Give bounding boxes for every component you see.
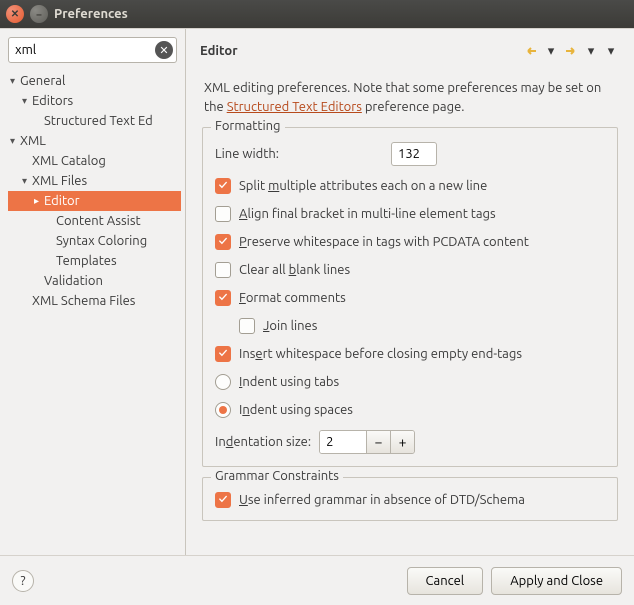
nav-menu-icon[interactable]: ▾ [602,42,620,60]
title-bar: ✕ – Preferences [0,0,634,28]
indent-size-increment[interactable]: + [390,431,414,453]
preserve-whitespace-checkbox[interactable] [215,234,231,250]
tree-collapsed-icon: ▸ [34,195,44,207]
join-lines-label: Join lines [263,319,317,333]
tree-item-label: General [20,74,65,88]
tree-item-structured-text-ed[interactable]: Structured Text Ed [8,111,181,131]
tree-item-syntax-coloring[interactable]: Syntax Coloring [8,231,181,251]
tree-item-templates[interactable]: Templates [8,251,181,271]
tree-item-label: Structured Text Ed [44,114,153,128]
window-close-icon[interactable]: ✕ [6,5,24,23]
grammar-legend: Grammar Constraints [211,469,343,483]
format-comments-label: Format comments [239,291,346,305]
clear-blank-lines-label: Clear all blank lines [239,263,350,277]
formatting-legend: Formatting [211,119,285,133]
structured-text-editors-link[interactable]: Structured Text Editors [227,100,362,114]
window-minimize-icon[interactable]: – [30,5,48,23]
window-title: Preferences [54,7,128,21]
tree-item-xml-catalog[interactable]: XML Catalog [8,151,181,171]
split-attributes-label: Split multiple attributes each on a new … [239,179,487,193]
tree-item-xml-schema-files[interactable]: XML Schema Files [8,291,181,311]
join-lines-checkbox[interactable] [239,318,255,334]
insert-whitespace-label: Insert whitespace before closing empty e… [239,347,522,361]
align-bracket-checkbox[interactable] [215,206,231,222]
nav-back-icon[interactable] [522,42,540,60]
tree-item-validation[interactable]: Validation [8,271,181,291]
nav-forward-menu-icon[interactable]: ▾ [582,42,600,60]
tree-item-label: XML Files [32,174,87,188]
tree-item-general[interactable]: ▾General [8,71,181,91]
indent-size-decrement[interactable]: − [366,431,390,453]
tree-expanded-icon: ▾ [22,175,32,187]
tree-item-label: Editors [32,94,73,108]
formatting-group: Formatting Line width: Split multiple at… [202,127,618,467]
indent-spaces-label: Indent using spaces [239,403,353,417]
apply-close-button[interactable]: Apply and Close [491,567,622,595]
footer: ? Cancel Apply and Close [0,555,634,605]
tree-item-xml[interactable]: ▾XML [8,131,181,151]
preserve-whitespace-label: Preserve whitespace in tags with PCDATA … [239,235,529,249]
tree-item-editors[interactable]: ▾Editors [8,91,181,111]
indent-size-field[interactable] [320,431,366,453]
use-inferred-grammar-label: Use inferred grammar in absence of DTD/S… [239,493,525,507]
split-attributes-checkbox[interactable] [215,178,231,194]
cancel-button[interactable]: Cancel [407,567,484,595]
tree-expanded-icon: ▾ [10,75,20,87]
indent-size-stepper[interactable]: − + [319,430,415,454]
tree-item-label: XML Schema Files [32,294,135,308]
tree-item-xml-files[interactable]: ▾XML Files [8,171,181,191]
search-clear-icon[interactable]: ✕ [155,41,173,59]
insert-whitespace-checkbox[interactable] [215,346,231,362]
page-title: Editor [200,44,522,58]
search-input[interactable] [8,37,177,63]
line-width-field[interactable] [391,142,437,166]
clear-blank-lines-checkbox[interactable] [215,262,231,278]
indent-size-label: Indentation size: [215,435,311,449]
content-area: Editor ▾ ▾ ▾ XML editing preferences. No… [186,29,634,555]
tree-item-label: XML [20,134,46,148]
page-description: XML editing preferences. Note that some … [204,79,616,117]
use-inferred-grammar-checkbox[interactable] [215,492,231,508]
tree-item-label: Validation [44,274,103,288]
preference-tree[interactable]: ▾General▾EditorsStructured Text Ed▾XMLXM… [8,71,181,551]
sidebar: ✕ ▾General▾EditorsStructured Text Ed▾XML… [0,29,186,555]
align-bracket-label: Align final bracket in multi-line elemen… [239,207,496,221]
tree-item-label: Content Assist [56,214,141,228]
indent-tabs-label: Indent using tabs [239,375,339,389]
tree-item-label: Syntax Coloring [56,234,147,248]
tree-expanded-icon: ▾ [22,95,32,107]
indent-spaces-radio[interactable] [215,402,231,418]
nav-forward-icon[interactable] [562,42,580,60]
tree-item-editor[interactable]: ▸Editor [8,191,181,211]
tree-item-label: Templates [56,254,117,268]
tree-item-label: Editor [44,194,80,208]
nav-back-menu-icon[interactable]: ▾ [542,42,560,60]
tree-item-content-assist[interactable]: Content Assist [8,211,181,231]
indent-tabs-radio[interactable] [215,374,231,390]
format-comments-checkbox[interactable] [215,290,231,306]
grammar-group: Grammar Constraints Use inferred grammar… [202,477,618,521]
tree-expanded-icon: ▾ [10,135,20,147]
help-icon[interactable]: ? [12,570,34,592]
line-width-label: Line width: [215,147,279,161]
tree-item-label: XML Catalog [32,154,106,168]
